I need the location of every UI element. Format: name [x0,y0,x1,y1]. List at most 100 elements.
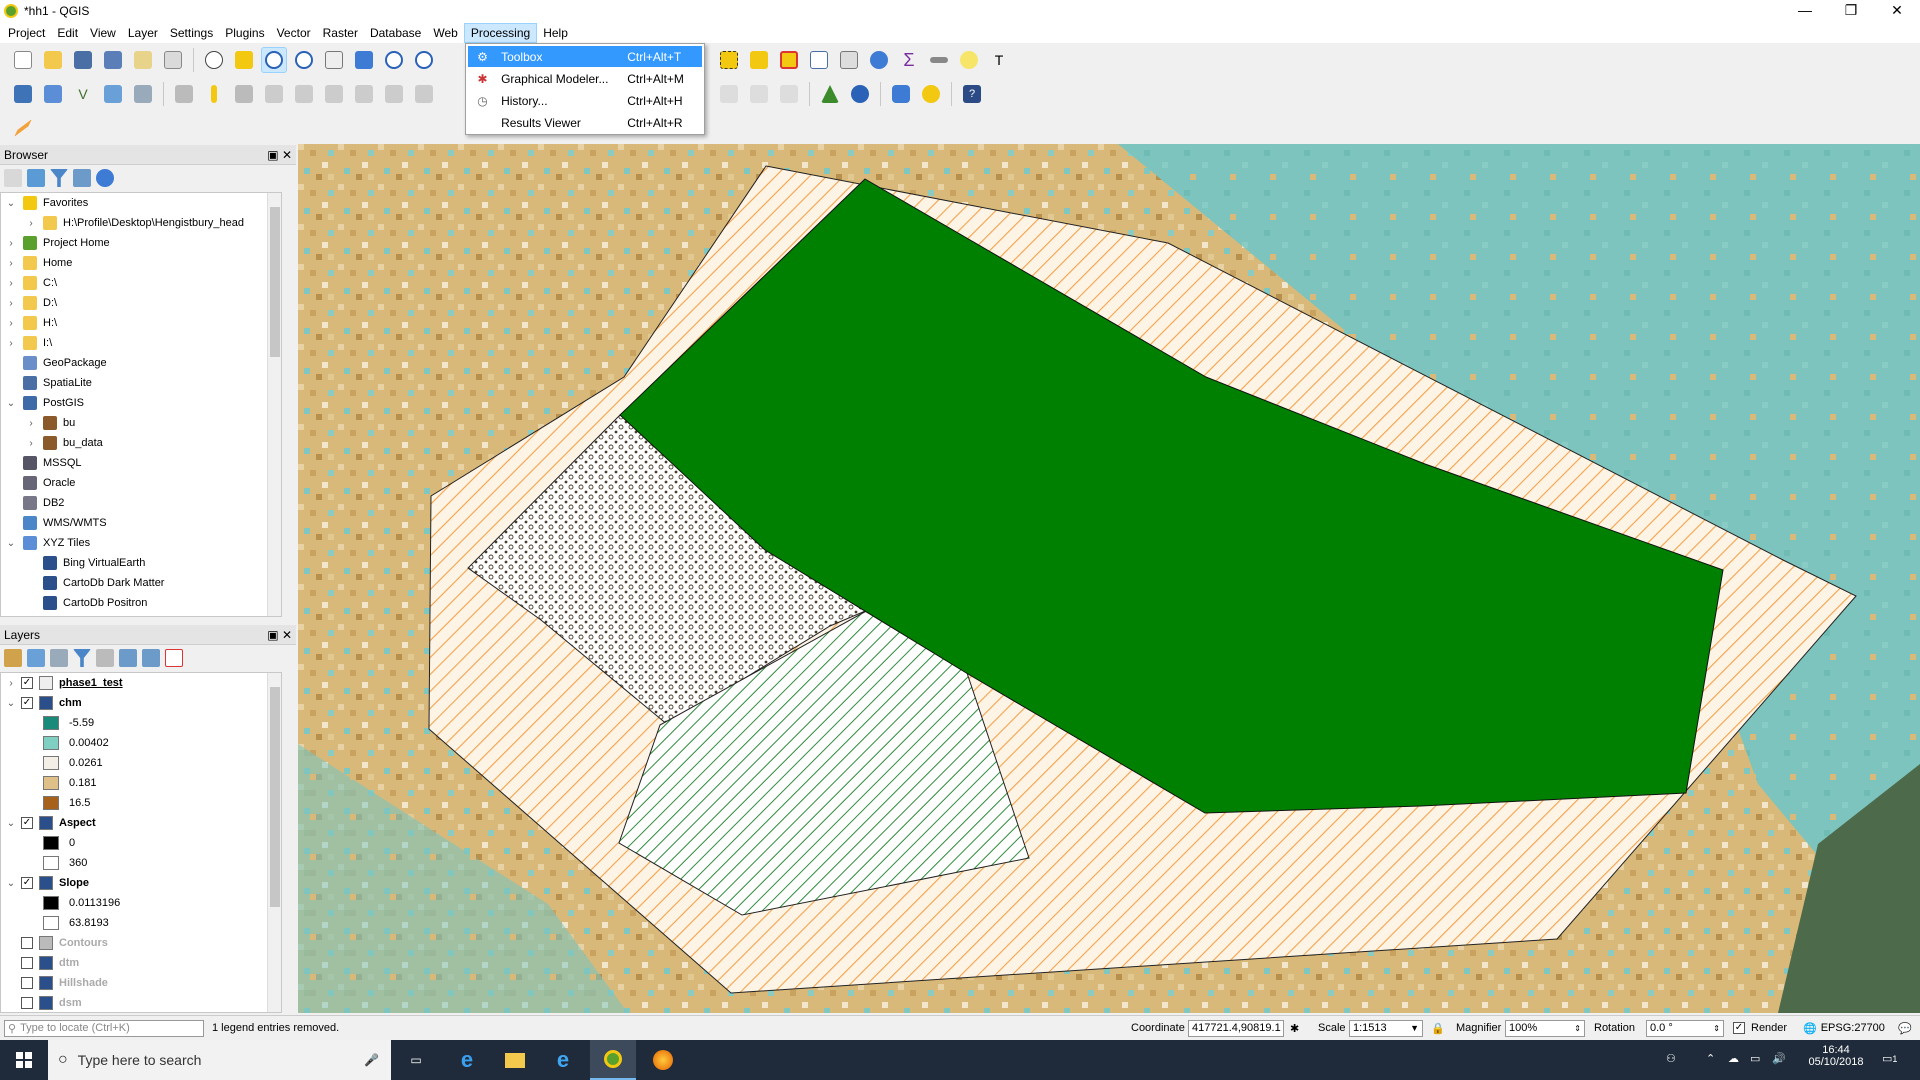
menu-view[interactable]: View [84,24,122,42]
label-show-icon[interactable] [746,81,772,107]
vertex-tool-icon[interactable] [291,81,317,107]
chevron-down-icon[interactable]: ⌄ [5,398,17,409]
zoom-to-layer-icon[interactable] [411,47,437,73]
chevron-down-icon[interactable]: ⌄ [5,198,17,209]
layer-item[interactable]: ⌄ ✓ Aspect [5,813,96,833]
browser-item[interactable]: ⌄ XYZ Tiles [5,533,90,553]
chevron-right-icon[interactable]: › [5,298,17,309]
measure-icon[interactable] [926,47,952,73]
chevron-down-icon[interactable]: ⌄ [5,878,17,889]
browser-item[interactable]: › Project Home [5,233,110,253]
data-source-manager-icon[interactable] [10,81,36,107]
zoom-out-icon[interactable] [291,47,317,73]
chevron-right-icon[interactable]: › [5,678,17,689]
layer-visibility-checkbox[interactable] [21,957,33,969]
chevron-right-icon[interactable]: › [25,218,37,229]
locate-search-input[interactable]: ⚲ Type to locate (Ctrl+K) [4,1019,204,1037]
qgis-taskbar-icon[interactable] [590,1040,636,1080]
magnifier-spinbox[interactable]: 100% ⇕ [1505,1019,1585,1037]
collapse-all-icon[interactable] [73,169,91,187]
layer-visibility-checkbox[interactable]: ✓ [21,817,33,829]
filter-expression-icon[interactable] [96,649,114,667]
chevron-right-icon[interactable]: › [25,418,37,429]
menu-item-toolbox[interactable]: ⚙ Toolbox Ctrl+Alt+T [468,46,702,67]
pan-to-selection-icon[interactable] [231,47,257,73]
scale-combo[interactable]: 1:1513 ▼ [1349,1019,1423,1037]
layers-scrollbar[interactable] [267,673,281,1012]
new-geopackage-icon[interactable] [40,81,66,107]
browser-item[interactable]: › Home [5,253,72,273]
toggle-editing-icon[interactable] [201,81,227,107]
copy-features-icon[interactable] [411,81,437,107]
clock[interactable]: 16:44 05/10/2018 [1806,1044,1866,1068]
menu-project[interactable]: Project [2,24,51,42]
internet-explorer-icon[interactable]: e [542,1040,584,1080]
browser-scroll-thumb[interactable] [270,207,280,357]
digitize-pencil-icon[interactable] [10,115,36,141]
lock-scale-icon[interactable]: 🔒 [1431,1019,1445,1037]
modify-attributes-icon[interactable] [321,81,347,107]
render-checkbox[interactable]: ✓ [1733,1022,1745,1034]
coordinate-field[interactable]: 417721.4,90819.1 [1188,1019,1284,1037]
chevron-right-icon[interactable]: › [5,338,17,349]
chevron-right-icon[interactable]: › [5,318,17,329]
browser-item[interactable]: › C:\ [5,273,57,293]
map-tips-icon[interactable] [956,47,982,73]
browser-item[interactable]: WMS/WMTS [5,513,107,533]
chevron-down-icon[interactable]: ⌄ [5,698,17,709]
menu-raster[interactable]: Raster [317,24,364,42]
close-button[interactable]: ✕ [1874,0,1920,22]
layer-item[interactable]: › ✓ phase1_test [5,673,123,693]
file-explorer-icon[interactable] [494,1040,536,1080]
filter-legend-icon[interactable] [73,649,91,667]
layer-visibility-checkbox[interactable] [21,937,33,949]
help-icon[interactable]: ? [959,81,985,107]
windows-start-icon[interactable] [0,1040,48,1080]
menu-plugins[interactable]: Plugins [219,24,270,42]
extents-toggle-icon[interactable]: ✱ [1290,1019,1299,1037]
chevron-right-icon[interactable]: › [5,238,17,249]
sync-icon[interactable] [918,81,944,107]
print-layout-icon[interactable] [130,47,156,73]
new-shapefile-icon[interactable]: V [70,81,96,107]
browser-item[interactable]: SpatiaLite [5,373,92,393]
cut-features-icon[interactable] [381,81,407,107]
edge-browser-icon[interactable]: e [446,1040,488,1080]
add-feature-icon[interactable] [261,81,287,107]
select-features-icon[interactable] [716,47,742,73]
label-pin-icon[interactable] [716,81,742,107]
browser-item[interactable]: Oracle [5,473,75,493]
menu-item-history[interactable]: ◷ History... Ctrl+Alt+H [468,90,702,111]
browser-item[interactable]: GeoPackage [5,353,107,373]
notifications-icon[interactable]: ▭1 [1882,1052,1897,1065]
add-group-icon[interactable] [27,649,45,667]
browser-item[interactable]: DB2 [5,493,64,513]
task-view-icon[interactable]: ▭ [395,1040,437,1080]
expand-all-icon[interactable] [119,649,137,667]
volume-icon[interactable]: 🔊 [1772,1052,1786,1065]
menu-help[interactable]: Help [537,24,574,42]
menu-settings[interactable]: Settings [164,24,219,42]
browser-item[interactable]: ⌄ PostGIS [5,393,84,413]
crs-button[interactable]: EPSG:27700 [1821,1022,1885,1034]
statistics-icon[interactable]: Σ [896,47,922,73]
layer-visibility-checkbox[interactable] [21,977,33,989]
layer-item[interactable]: ⌄ ✓ Slope [5,873,89,893]
layer-visibility-checkbox[interactable] [21,997,33,1009]
processing-toolbox-icon[interactable] [866,47,892,73]
menu-web[interactable]: Web [427,24,463,42]
map-canvas[interactable] [298,144,1920,1013]
browser-item[interactable]: › H:\Profile\Desktop\Hengistbury_head [25,213,244,233]
georeferencer-icon[interactable] [817,81,843,107]
remove-layer-icon[interactable] [165,649,183,667]
chevron-right-icon[interactable]: › [25,438,37,449]
browser-item[interactable]: › I:\ [5,333,52,353]
zoom-to-selection-icon[interactable] [381,47,407,73]
layers-scroll-thumb[interactable] [270,687,280,907]
text-annotation-icon[interactable]: T [986,47,1012,73]
new-spatialite-icon[interactable] [100,81,126,107]
new-temp-layer-icon[interactable] [130,81,156,107]
panel-float-close-icon[interactable]: ▣ ✕ [267,148,292,162]
layer-visibility-checkbox[interactable]: ✓ [21,877,33,889]
browser-item[interactable]: › bu [25,413,75,433]
